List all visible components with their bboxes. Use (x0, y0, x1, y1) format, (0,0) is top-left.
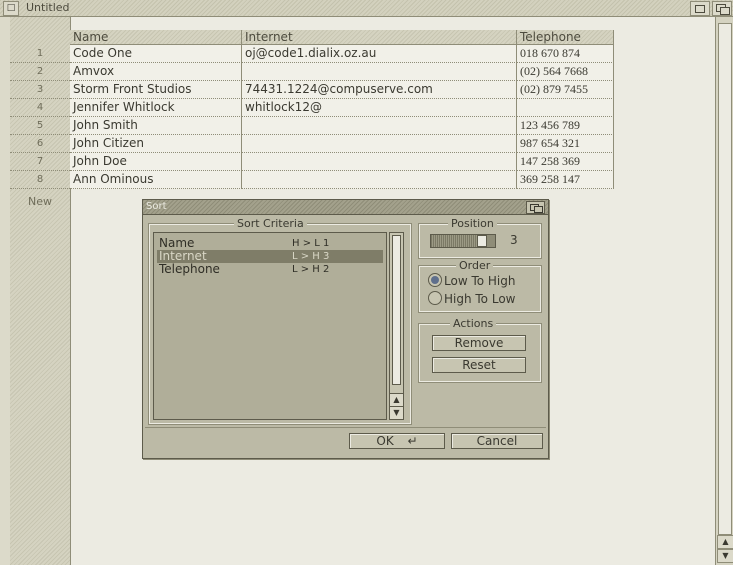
enter-key-icon: ↵ (407, 434, 418, 448)
scroll-down-icon[interactable]: ▼ (717, 549, 733, 563)
cancel-button[interactable]: Cancel (451, 433, 543, 449)
table-cell-name[interactable]: Ann Ominous (70, 171, 242, 189)
table-cell-internet[interactable] (242, 153, 517, 171)
table-cell-internet[interactable] (242, 171, 517, 189)
table-cell-name[interactable]: Jennifer Whitlock (70, 99, 242, 117)
table-cell-name[interactable]: Code One (70, 45, 242, 63)
row-number[interactable]: 8 (10, 171, 70, 189)
row-number[interactable]: 1 (10, 45, 70, 63)
sort-dialog-titlebar[interactable]: Sort (143, 200, 548, 215)
remove-button[interactable]: Remove (432, 335, 526, 351)
column-header-internet[interactable]: Internet (242, 30, 517, 45)
order-option-label: Low To High (444, 274, 516, 288)
criteria-rule: L > H 3 (292, 251, 330, 262)
row-number[interactable]: 3 (10, 81, 70, 99)
dialog-depth-icon[interactable] (526, 201, 545, 214)
table-row[interactable]: 6 John Citizen 987 654 321 (10, 135, 614, 153)
order-group: Order Low To High High To Low (418, 259, 542, 313)
sort-dialog-title: Sort (146, 201, 167, 212)
table-cell-name[interactable]: John Citizen (70, 135, 242, 153)
position-group: Position 3 (418, 217, 542, 259)
table-cell-internet[interactable] (242, 117, 517, 135)
row-number[interactable]: 6 (10, 135, 70, 153)
actions-label: Actions (450, 317, 497, 331)
order-option-label: High To Low (444, 292, 516, 306)
position-label: Position (448, 217, 497, 231)
criteria-scroll-up-icon[interactable]: ▲ (390, 393, 403, 406)
radio-icon (428, 273, 442, 287)
ok-button[interactable]: OK ↵ (349, 433, 445, 449)
table-cell-telephone[interactable]: 147 258 369 (517, 153, 614, 171)
sort-criteria-list[interactable]: Name H > L 1 Internet L > H 3 Telephone L > H… (153, 232, 387, 420)
criteria-rule: H > L 1 (292, 238, 330, 249)
sort-dialog: Sort Sort Criteria Name H > L 1 Internet L … (142, 199, 549, 459)
order-label: Order (456, 259, 494, 273)
table-row[interactable]: 1 Code One oj@code1.dialix.oz.au 018 670 87… (10, 45, 614, 63)
table-cell-telephone[interactable]: 018 670 874 (517, 45, 614, 63)
criteria-scroll-down-icon[interactable]: ▼ (390, 406, 403, 419)
position-slider-knob[interactable] (477, 235, 487, 247)
vertical-scrollbar[interactable]: ▲ ▼ (715, 17, 733, 565)
table-cell-telephone[interactable]: 369 258 147 (517, 171, 614, 189)
table-row[interactable]: 8 Ann Ominous 369 258 147 (10, 171, 614, 189)
table-cell-internet[interactable]: whitlock12@ (242, 99, 517, 117)
table-row[interactable]: 5 John Smith 123 456 789 (10, 117, 614, 135)
table-cell-name[interactable]: Storm Front Studios (70, 81, 242, 99)
table-cell-internet[interactable] (242, 135, 517, 153)
scroll-up-icon[interactable]: ▲ (717, 535, 733, 549)
spreadsheet-window: □ Untitled Name Internet Telephone 1 Code… (0, 0, 733, 565)
table-row[interactable]: 7 John Doe 147 258 369 (10, 153, 614, 171)
column-header-name[interactable]: Name (70, 30, 242, 45)
table-cell-internet[interactable]: 74431.1224@compuserve.com (242, 81, 517, 99)
table-cell-name[interactable]: John Smith (70, 117, 242, 135)
table-cell-name[interactable]: Amvox (70, 63, 242, 81)
table-cell-internet[interactable] (242, 63, 517, 81)
order-high-to-low-radio[interactable]: High To Low (428, 291, 515, 307)
column-header-telephone[interactable]: Telephone (517, 30, 614, 45)
row-number[interactable]: 2 (10, 63, 70, 81)
table-row[interactable]: 4 Jennifer Whitlock whitlock12@ (10, 99, 614, 117)
order-low-to-high-radio[interactable]: Low To High (428, 273, 515, 289)
table-cell-telephone[interactable]: (02) 879 7455 (517, 81, 614, 99)
reset-button[interactable]: Reset (432, 357, 526, 373)
new-row-button[interactable]: New (10, 193, 70, 211)
table-cell-internet[interactable]: oj@code1.dialix.oz.au (242, 45, 517, 63)
position-slider[interactable] (430, 234, 496, 248)
row-number[interactable]: 4 (10, 99, 70, 117)
table-cell-telephone[interactable] (517, 99, 614, 117)
table-row[interactable]: 2 Amvox (02) 564 7668 (10, 63, 614, 81)
close-icon[interactable]: □ (3, 1, 19, 16)
row-number[interactable]: 5 (10, 117, 70, 135)
actions-group: Actions Remove Reset (418, 317, 542, 383)
table-row[interactable]: 3 Storm Front Studios 74431.1224@compuserv… (10, 81, 614, 99)
scrollbar-thumb[interactable] (718, 23, 732, 535)
ok-label: OK (376, 434, 394, 448)
window-titlebar[interactable]: □ Untitled (0, 0, 733, 17)
table-cell-telephone[interactable]: (02) 564 7668 (517, 63, 614, 81)
criteria-field: Telephone (159, 262, 220, 276)
table-cell-telephone[interactable]: 987 654 321 (517, 135, 614, 153)
radio-icon (428, 291, 442, 305)
depth-icon[interactable] (712, 1, 732, 16)
criteria-list-item[interactable]: Telephone L > H 2 (157, 263, 383, 276)
zoom-icon[interactable] (690, 1, 710, 16)
criteria-scrollbar-thumb[interactable] (392, 235, 401, 385)
dialog-button-bar: OK ↵ Cancel (145, 427, 546, 456)
sort-criteria-label: Sort Criteria (234, 217, 307, 231)
criteria-scrollbar[interactable]: ▲ ▼ (389, 232, 404, 420)
row-number[interactable]: 7 (10, 153, 70, 171)
position-value: 3 (510, 233, 518, 247)
position-slider-fill (431, 235, 477, 247)
window-title: Untitled (26, 1, 70, 14)
table-cell-name[interactable]: John Doe (70, 153, 242, 171)
criteria-rule: L > H 2 (292, 264, 330, 275)
table-cell-telephone[interactable]: 123 456 789 (517, 117, 614, 135)
